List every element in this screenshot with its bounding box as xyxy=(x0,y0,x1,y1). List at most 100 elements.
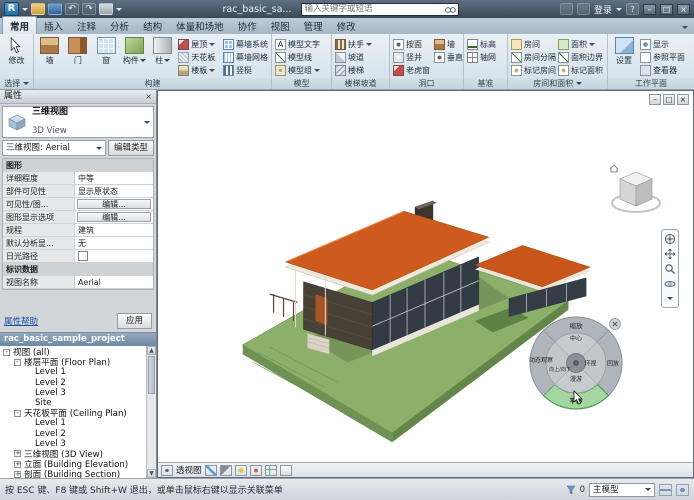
ribbon-minimize-chevron-icon[interactable] xyxy=(682,26,688,29)
home-icon[interactable] xyxy=(610,165,618,172)
curtain-system-button[interactable]: 幕墙系统 xyxy=(222,38,269,50)
ribbon-tab[interactable]: 视图 xyxy=(264,17,297,34)
component-button[interactable]: 构件 xyxy=(121,35,148,78)
view-restore-button[interactable]: □ xyxy=(663,94,675,105)
print-button[interactable] xyxy=(99,3,113,15)
scale-icon[interactable] xyxy=(161,465,173,476)
curtain-grid-button[interactable]: 幕墙网格 xyxy=(222,51,269,63)
tree-item[interactable]: Level 1 xyxy=(0,418,146,428)
floor-button[interactable]: 楼板 xyxy=(177,64,221,76)
open-button[interactable] xyxy=(31,3,45,15)
property-row[interactable]: 可见性/图...编辑... xyxy=(3,198,153,211)
expand-icon[interactable]: + xyxy=(14,471,21,478)
active-workset-select[interactable]: 主模型 xyxy=(589,483,655,497)
view-cube[interactable] xyxy=(607,159,665,217)
undo-button[interactable]: ↶ xyxy=(65,3,79,15)
view-selector-combo[interactable]: 三维视图: Aerial xyxy=(2,140,106,156)
window-minimize-button[interactable]: – xyxy=(643,4,656,15)
drawing-area[interactable]: – □ × xyxy=(157,90,694,478)
panel-label-opening[interactable]: 洞口 xyxy=(390,78,463,89)
sun-path-icon[interactable] xyxy=(235,465,247,476)
property-value[interactable]: 编辑... xyxy=(77,199,151,209)
ribbon-tab[interactable]: 修改 xyxy=(330,17,363,34)
steering-wheel-tool-icon[interactable] xyxy=(663,232,677,245)
mullion-button[interactable]: 竖梃 xyxy=(222,64,269,76)
property-row[interactable]: 日光路径 xyxy=(3,250,153,263)
property-row[interactable]: 详细程度中等 xyxy=(3,172,153,185)
room-separator-button[interactable]: 房间分隔 xyxy=(510,51,556,63)
ribbon-tab[interactable]: 体量和场地 xyxy=(169,17,231,34)
shaft-opening-button[interactable]: 竖井 xyxy=(392,51,432,63)
property-row[interactable]: 视图名称Aerial xyxy=(3,276,153,289)
property-value[interactable]: 显示原状态 xyxy=(75,185,153,197)
property-row[interactable]: 部件可见性显示原状态 xyxy=(3,185,153,198)
save-button[interactable] xyxy=(48,3,62,15)
view-scale-label[interactable]: 透视图 xyxy=(176,464,202,476)
steering-wheel[interactable]: 缩放 中心 回放 环视 动态观察 向上/向下 漫游 平移 xyxy=(526,313,626,413)
wall-opening-button[interactable]: 墙 xyxy=(433,38,461,50)
panel-label-circulation[interactable]: 楼梯坡道 xyxy=(332,78,389,89)
window-restore-button[interactable]: □ xyxy=(660,4,673,15)
tag-area-button[interactable]: 标记面积 xyxy=(557,64,603,76)
window-close-button[interactable]: × xyxy=(677,4,690,15)
panel-label-room-area[interactable]: 房间和面积 xyxy=(508,78,607,89)
edit-type-button[interactable]: 编辑类型 xyxy=(108,140,154,156)
ribbon-tab[interactable]: 插入 xyxy=(37,17,70,34)
viewer-button[interactable]: 查看器 xyxy=(639,64,687,76)
filter-icon[interactable] xyxy=(566,485,576,495)
property-row[interactable]: 图形显示选项编辑... xyxy=(3,211,153,224)
tree-item[interactable]: Level 3 xyxy=(0,388,146,398)
area-boundary-button[interactable]: 面积边界 xyxy=(557,51,603,63)
browser-scrollbar[interactable]: ▲ ▼ xyxy=(146,346,156,478)
roof-button[interactable]: 屋顶 xyxy=(177,38,221,50)
expand-icon[interactable]: - xyxy=(3,349,10,356)
search-input[interactable] xyxy=(304,4,443,15)
pan-tool-icon[interactable] xyxy=(663,247,677,260)
model-text-button[interactable]: 模型文字 xyxy=(274,38,321,50)
reference-plane-button[interactable]: 参照平面 xyxy=(639,51,687,63)
properties-help-link[interactable]: 属性帮助 xyxy=(4,315,38,327)
tree-item[interactable]: -天花板平面 (Ceiling Plan) xyxy=(0,408,146,418)
orbit-tool-icon[interactable] xyxy=(663,277,677,290)
binoculars-icon[interactable] xyxy=(445,5,456,14)
ribbon-tab[interactable]: 常用 xyxy=(2,16,37,34)
help-button[interactable]: ? xyxy=(626,3,639,15)
wheel-close-button[interactable] xyxy=(610,319,621,330)
view-close-button[interactable]: × xyxy=(677,94,689,105)
properties-header[interactable]: 属性× xyxy=(0,90,156,104)
panel-label-model[interactable]: 模型 xyxy=(272,78,331,89)
railing-button[interactable]: 扶手 xyxy=(334,38,373,50)
visual-style-icon[interactable] xyxy=(220,465,232,476)
tree-item[interactable]: +剖面 (Building Section) xyxy=(0,469,146,478)
ribbon-tab[interactable]: 分析 xyxy=(103,17,136,34)
show-work-plane-button[interactable]: 显示 xyxy=(639,38,687,50)
door-button[interactable]: 门 xyxy=(64,35,91,78)
design-options-icon[interactable] xyxy=(676,484,689,496)
expand-icon[interactable]: + xyxy=(14,450,21,457)
window-button[interactable]: 窗 xyxy=(93,35,120,78)
tree-item[interactable]: Level 1 xyxy=(0,367,146,377)
grid-button[interactable]: 轴网 xyxy=(466,51,497,63)
column-button[interactable]: 柱 xyxy=(149,35,176,78)
area-button[interactable]: 面积 xyxy=(557,38,603,50)
ribbon-tab[interactable]: 注释 xyxy=(70,17,103,34)
property-row[interactable]: 规程建筑 xyxy=(3,224,153,237)
tag-room-button[interactable]: 标记房间 xyxy=(510,64,556,76)
level-button[interactable]: 标高 xyxy=(466,38,497,50)
property-value[interactable]: Aerial xyxy=(75,276,153,288)
set-work-plane-button[interactable]: 设置 xyxy=(610,35,638,78)
panel-label-datum[interactable]: 基准 xyxy=(464,78,507,89)
panel-label-build[interactable]: 构建 xyxy=(34,78,271,89)
expand-icon[interactable]: - xyxy=(14,410,21,417)
expand-icon[interactable]: + xyxy=(14,461,21,468)
vertical-opening-button[interactable]: 垂直 xyxy=(433,51,461,63)
panel-label-select[interactable]: 选择 xyxy=(0,78,33,89)
property-value[interactable]: 编辑... xyxy=(77,212,151,222)
wall-button[interactable]: 墙 xyxy=(36,35,63,78)
app-logo-icon[interactable]: R xyxy=(4,2,19,16)
sign-in-chevron-icon[interactable] xyxy=(616,8,622,11)
tree-item[interactable]: -楼层平面 (Floor Plan) xyxy=(0,357,146,367)
model-group-button[interactable]: 模型组 xyxy=(274,64,321,76)
stair-button[interactable]: 楼梯 xyxy=(334,64,373,76)
room-button[interactable]: 房间 xyxy=(510,38,556,50)
